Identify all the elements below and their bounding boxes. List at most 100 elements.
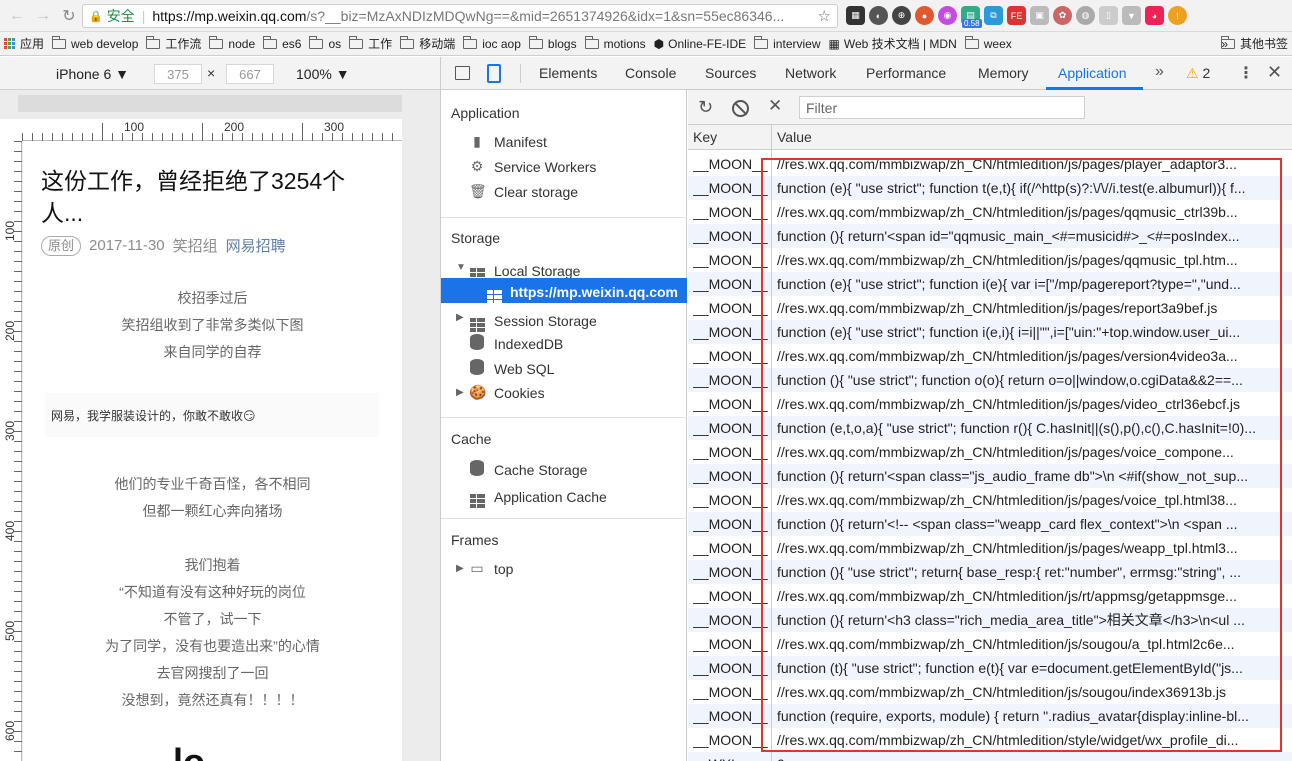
extension-icon[interactable]: ▣ (1030, 6, 1049, 25)
cell-value[interactable]: function (){ return'<h3 class="rich_medi… (777, 608, 1287, 632)
bookmark-folder[interactable]: ioc aop (463, 35, 521, 51)
extension-icon[interactable]: ▼ (1122, 6, 1141, 25)
cell-value[interactable]: //res.wx.qq.com/mmbizwap/zh_CN/htmlediti… (777, 440, 1287, 464)
table-row[interactable]: __MOON__ function (e){ "use strict"; func… (688, 320, 1292, 344)
extension-icon[interactable]: FE (1007, 6, 1026, 25)
cell-value[interactable]: //res.wx.qq.com/mmbizwap/zh_CN/htmlediti… (777, 200, 1287, 224)
cell-key[interactable]: __MOON__ (693, 632, 769, 656)
cell-key[interactable]: __MOON__ (693, 152, 769, 176)
extension-icon[interactable]: ! (1168, 6, 1187, 25)
extension-icon[interactable]: ● (915, 6, 934, 25)
table-row[interactable]: __MOON__ //res.wx.qq.com/mmbizwap/zh_CN/h… (688, 152, 1292, 176)
cell-key[interactable]: __MOON__ (693, 248, 769, 272)
table-row[interactable]: __MOON__ //res.wx.qq.com/mmbizwap/zh_CN/h… (688, 536, 1292, 560)
cell-value[interactable]: function (e,t,o,a){ "use strict"; functi… (777, 416, 1287, 440)
cell-value[interactable]: function (){ "use strict"; function o(o)… (777, 368, 1287, 392)
cell-key[interactable]: __MOON__ (693, 656, 769, 680)
bookmark-folder[interactable]: 移动端 (400, 35, 455, 52)
table-row[interactable]: __MOON__ //res.wx.qq.com/mmbizwap/zh_CN/h… (688, 296, 1292, 320)
table-row[interactable]: __MOON__ function (){ "use strict"; funct… (688, 368, 1292, 392)
address-bar[interactable]: 🔒 安全 | https://mp.weixin.qq.com/s?__biz=… (82, 4, 838, 28)
table-row[interactable]: __MOON__ //res.wx.qq.com/mmbizwap/zh_CN/h… (688, 680, 1292, 704)
device-select[interactable]: iPhone 6 ▼ (56, 66, 129, 82)
table-row[interactable]: __MOON__ //res.wx.qq.com/mmbizwap/zh_CN/h… (688, 248, 1292, 272)
refresh-icon[interactable]: ↻ (698, 97, 713, 118)
tab-application[interactable]: Application (1058, 65, 1127, 81)
table-row[interactable]: __MOON__ //res.wx.qq.com/mmbizwap/zh_CN/h… (688, 728, 1292, 752)
bookmark-link[interactable]: ⬢ Online-FE-IDE (654, 37, 747, 51)
cell-key[interactable]: __MOON__ (693, 512, 769, 536)
extension-icon[interactable]: ◐ (869, 6, 888, 25)
column-header-value[interactable]: Value (777, 129, 812, 145)
cell-value[interactable]: //res.wx.qq.com/mmbizwap/zh_CN/htmlediti… (777, 680, 1287, 704)
table-row[interactable]: __MOON__ function (){ return'<span class=… (688, 464, 1292, 488)
table-row[interactable]: __MOON__ //res.wx.qq.com/mmbizwap/zh_CN/h… (688, 392, 1292, 416)
cell-key[interactable]: __MOON__ (693, 560, 769, 584)
cell-value[interactable]: function (e){ "use strict"; function t(e… (777, 176, 1287, 200)
bookmark-link[interactable]: ▦ Web 技术文档 | MDN (829, 35, 957, 52)
extension-icon[interactable]: ✿ (1053, 6, 1072, 25)
cell-key[interactable]: __MOON__ (693, 488, 769, 512)
cell-key[interactable]: __MOON__ (693, 272, 769, 296)
cell-key[interactable]: __MOON__ (693, 416, 769, 440)
table-row[interactable]: __MOON__ function (e,t,o,a){ "use strict"… (688, 416, 1292, 440)
warnings-counter[interactable]: ⚠ 2 (1186, 65, 1210, 82)
sidebar-item-web-sql[interactable]: Web SQL (469, 359, 554, 378)
tab-performance[interactable]: Performance (866, 65, 946, 81)
cell-key[interactable]: __MOON__ (693, 536, 769, 560)
table-row[interactable]: __MOON__ //res.wx.qq.com/mmbizwap/zh_CN/h… (688, 632, 1292, 656)
cell-key[interactable]: __MOON__ (693, 680, 769, 704)
expanded-arrow-icon[interactable]: ▼ (456, 262, 466, 273)
cell-key[interactable]: __MOON__ (693, 464, 769, 488)
cell-value[interactable]: //res.wx.qq.com/mmbizwap/zh_CN/htmlediti… (777, 536, 1287, 560)
bookmark-folder[interactable]: os (309, 35, 341, 51)
cell-key[interactable]: __WXL... (693, 752, 769, 761)
filter-input[interactable] (799, 96, 1085, 119)
other-bookmarks-folder[interactable]: 其他书签 (1220, 35, 1288, 52)
bookmark-folder[interactable]: 工作流 (146, 35, 201, 52)
device-toolbar-icon[interactable] (487, 64, 501, 83)
tab-elements[interactable]: Elements (539, 65, 597, 81)
viewport-height-input[interactable] (226, 64, 274, 84)
cell-value[interactable]: function (require, exports, module) { re… (777, 704, 1287, 728)
extension-icon[interactable]: ◉ (938, 6, 957, 25)
extension-icon[interactable]: ▤ 0.58 (961, 6, 982, 28)
forward-icon[interactable]: → (30, 7, 56, 25)
table-row[interactable]: __MOON__ function (){ return'<!-- <span c… (688, 512, 1292, 536)
bookmark-folder[interactable]: 工作 (349, 35, 392, 52)
cell-key[interactable]: __MOON__ (693, 344, 769, 368)
delete-selected-icon[interactable]: ✕ (768, 96, 782, 116)
cell-value[interactable]: function (e){ "use strict"; function i(e… (777, 272, 1287, 296)
viewport-width-input[interactable] (154, 64, 202, 84)
table-row[interactable]: __MOON__ function (t){ "use strict"; func… (688, 656, 1292, 680)
close-devtools-button[interactable]: ✕ (1267, 62, 1282, 83)
sidebar-item-clear-storage[interactable]: 🗑 Clear storage (469, 183, 578, 200)
extension-icon[interactable]: ▯ (1099, 6, 1118, 25)
cell-value[interactable]: function (e){ "use strict"; function i(e… (777, 320, 1287, 344)
zoom-select[interactable]: 100% ▼ (296, 66, 350, 82)
bookmark-star-icon[interactable]: ☆ (813, 7, 831, 25)
cell-key[interactable]: __MOON__ (693, 584, 769, 608)
table-row[interactable]: __MOON__ function (){ return'<h3 class="r… (688, 608, 1292, 632)
sidebar-item-indexeddb[interactable]: IndexedDB (469, 334, 563, 353)
more-tabs-button[interactable]: » (1155, 63, 1164, 81)
bookmark-folder[interactable]: motions (584, 35, 646, 51)
clear-all-icon[interactable] (732, 100, 749, 117)
extension-icon[interactable]: ⧉ (984, 6, 1003, 25)
tab-memory[interactable]: Memory (978, 65, 1029, 81)
table-row[interactable]: __MOON__ //res.wx.qq.com/mmbizwap/zh_CN/h… (688, 344, 1292, 368)
sidebar-item-service-workers[interactable]: ⚙ Service Workers (469, 158, 597, 175)
bookmark-folder[interactable]: web develop (52, 35, 138, 51)
bookmark-folder[interactable]: blogs (528, 35, 577, 51)
bookmark-folder[interactable]: node (209, 35, 255, 51)
cell-key[interactable]: __MOON__ (693, 200, 769, 224)
cell-key[interactable]: __MOON__ (693, 224, 769, 248)
cell-value[interactable]: function (){ "use strict"; return{ base_… (777, 560, 1287, 584)
inspect-element-icon[interactable] (455, 66, 470, 80)
extension-icon[interactable]: ◍ (1076, 6, 1095, 25)
cell-key[interactable]: __MOON__ (693, 176, 769, 200)
cell-value[interactable]: //res.wx.qq.com/mmbizwap/zh_CN/htmlediti… (777, 632, 1287, 656)
cell-key[interactable]: __MOON__ (693, 728, 769, 752)
cell-value[interactable]: //res.wx.qq.com/mmbizwap/zh_CN/htmlediti… (777, 488, 1287, 512)
tab-sources[interactable]: Sources (705, 65, 756, 81)
